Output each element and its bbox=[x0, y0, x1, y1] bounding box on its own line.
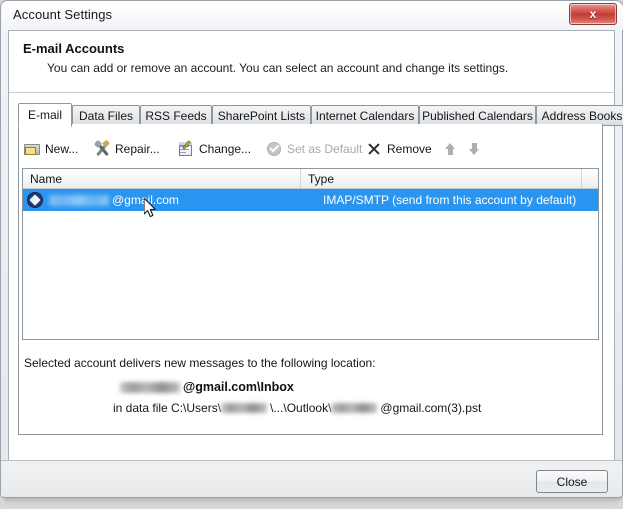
accounts-list-header: Name Type bbox=[23, 169, 598, 189]
tab-data-files[interactable]: Data Files bbox=[72, 105, 140, 126]
arrow-up-icon bbox=[444, 143, 456, 155]
window-close-button[interactable]: x bbox=[569, 3, 617, 25]
redacted-file-user bbox=[331, 403, 378, 413]
change-document-icon bbox=[178, 140, 194, 157]
data-file-path: in data file C:\Users\ \...\Outlook\ @gmai… bbox=[113, 401, 481, 415]
redacted-username-path bbox=[120, 381, 180, 393]
set-default-check-icon bbox=[266, 141, 282, 157]
set-as-default-label: Set as Default bbox=[287, 142, 363, 156]
arrow-down-icon bbox=[468, 143, 480, 155]
account-name-cell: @gmail.com bbox=[49, 189, 179, 211]
dialog-footer: Close bbox=[1, 460, 622, 496]
tab-label: Internet Calendars bbox=[315, 108, 415, 123]
change-button[interactable]: Change... bbox=[176, 136, 253, 162]
set-as-default-button: Set as Default bbox=[264, 136, 364, 162]
tab-address-books[interactable]: Address Books bbox=[536, 105, 623, 126]
data-file-middle: \...\Outlook\ bbox=[270, 401, 332, 415]
close-icon: x bbox=[589, 7, 597, 21]
window-title: Account Settings bbox=[13, 7, 113, 22]
tab-label: SharePoint Lists bbox=[217, 108, 306, 123]
new-button-label: New... bbox=[45, 142, 79, 156]
tab-label: E-mail bbox=[27, 108, 62, 122]
delivery-location-label: Selected account delivers new messages t… bbox=[24, 356, 376, 370]
header-panel: E-mail Accounts You can add or remove an… bbox=[9, 31, 614, 93]
delivery-location-suffix: @gmail.com\Inbox bbox=[183, 380, 294, 394]
change-button-label: Change... bbox=[199, 142, 252, 156]
tab-published-calendars[interactable]: Published Calendars bbox=[419, 105, 536, 126]
account-name-suffix: @gmail.com bbox=[112, 193, 179, 207]
page-title: E-mail Accounts bbox=[23, 41, 125, 56]
delivery-location-path: @gmail.com\Inbox bbox=[120, 380, 294, 394]
redacted-user-folder bbox=[221, 403, 268, 413]
tab-label: RSS Feeds bbox=[145, 108, 207, 123]
tabstrip: E-mail Data Files RSS Feeds SharePoint List… bbox=[18, 103, 623, 127]
account-globe-icon bbox=[27, 192, 43, 208]
data-file-prefix: in data file C:\Users\ bbox=[113, 401, 222, 415]
data-file-suffix: @gmail.com(3).pst bbox=[380, 401, 482, 415]
remove-button[interactable]: Remove bbox=[364, 136, 434, 162]
close-button[interactable]: Close bbox=[536, 470, 608, 493]
page-subtitle: You can add or remove an account. You ca… bbox=[47, 61, 509, 75]
table-row[interactable]: @gmail.com IMAP/SMTP (send from this acc… bbox=[23, 189, 598, 211]
close-button-label: Close bbox=[556, 474, 588, 489]
window-shadow-bottom bbox=[4, 497, 619, 506]
repair-button-label: Repair... bbox=[115, 142, 160, 156]
tab-sharepoint-lists[interactable]: SharePoint Lists bbox=[212, 105, 311, 126]
move-up-button[interactable] bbox=[442, 136, 458, 162]
column-header-filler bbox=[582, 169, 598, 188]
tab-internet-calendars[interactable]: Internet Calendars bbox=[311, 105, 419, 126]
title-bar[interactable]: Account Settings x bbox=[0, 0, 623, 30]
account-type-cell: IMAP/SMTP (send from this account by def… bbox=[323, 193, 577, 207]
new-mail-icon bbox=[24, 141, 40, 157]
remove-button-label: Remove bbox=[387, 142, 432, 156]
remove-x-icon bbox=[366, 141, 382, 157]
account-settings-window: Account Settings x E-mail Accounts You c… bbox=[0, 0, 623, 509]
column-header-name[interactable]: Name bbox=[23, 169, 301, 188]
move-down-button[interactable] bbox=[466, 136, 482, 162]
tab-label: Data Files bbox=[78, 108, 134, 123]
column-header-type[interactable]: Type bbox=[301, 169, 582, 188]
redacted-username bbox=[49, 194, 109, 206]
accounts-list[interactable]: Name Type @gmail.com IMAP/SMTP (send fro… bbox=[22, 168, 599, 340]
tab-label: Published Calendars bbox=[422, 108, 533, 123]
tab-label: Address Books bbox=[541, 108, 623, 123]
repair-tools-icon bbox=[93, 139, 110, 157]
new-button[interactable]: New... bbox=[22, 136, 80, 162]
tab-rss-feeds[interactable]: RSS Feeds bbox=[140, 105, 212, 126]
repair-button[interactable]: Repair... bbox=[92, 136, 162, 162]
tab-e-mail[interactable]: E-mail bbox=[18, 103, 72, 127]
